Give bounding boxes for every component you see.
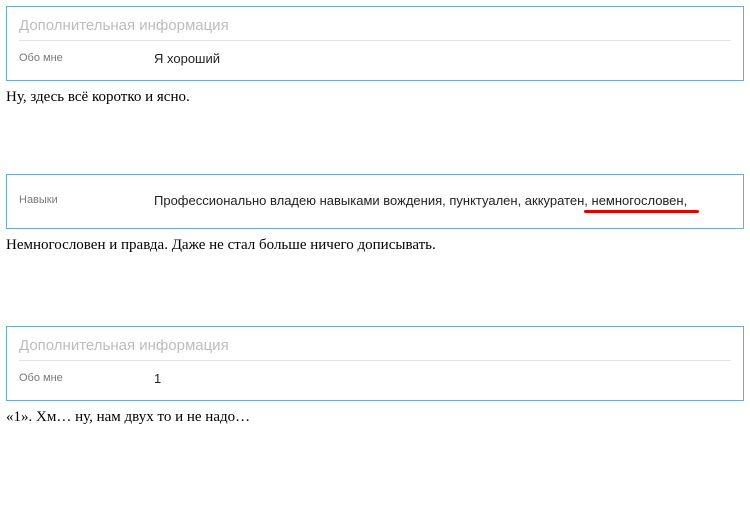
field-label: Обо мне (19, 371, 154, 384)
field-row: Обо мне 1 (19, 371, 731, 386)
info-card-1: Дополнительная информация Обо мне Я хоро… (6, 6, 744, 81)
field-value: Я хороший (154, 51, 220, 66)
card-header: Дополнительная информация (19, 337, 731, 361)
field-value-skills: Профессионально владею навыками вождения… (154, 193, 687, 208)
commentary-2: Немногословен и правда. Даже не стал бол… (6, 237, 744, 254)
commentary-3: «1». Хм… ну, нам двух то и не надо… (6, 409, 744, 426)
spacer (6, 254, 744, 326)
skills-text: Профессионально владею навыками вождения… (154, 193, 687, 208)
spacer (6, 106, 744, 174)
info-card-3: Дополнительная информация Обо мне 1 (6, 326, 744, 401)
field-label: Навыки (19, 193, 154, 206)
field-value: 1 (154, 371, 161, 386)
card-header: Дополнительная информация (19, 17, 731, 41)
commentary-1: Ну, здесь всё коротко и ясно. (6, 89, 744, 106)
red-underline-annotation (584, 210, 699, 213)
field-row: Навыки Профессионально владею навыками в… (19, 193, 731, 208)
field-row: Обо мне Я хороший (19, 51, 731, 66)
field-label: Обо мне (19, 51, 154, 64)
info-card-2: Навыки Профессионально владею навыками в… (6, 174, 744, 229)
